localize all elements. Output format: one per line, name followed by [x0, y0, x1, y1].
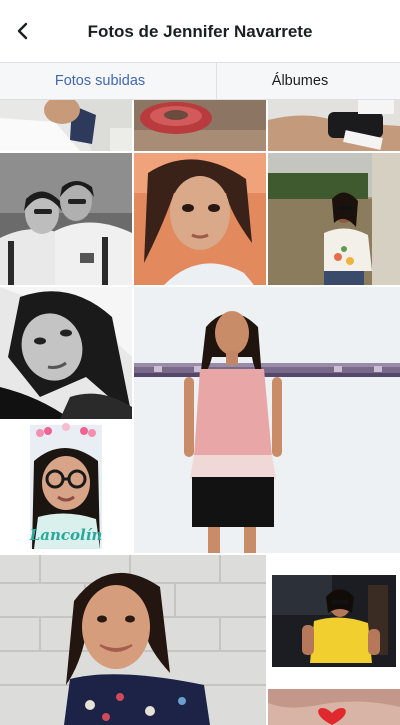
photo-thumbnail[interactable]: Lancolín — [0, 421, 132, 553]
photo-thumbnail[interactable] — [134, 100, 266, 151]
photo-thumbnail[interactable] — [134, 287, 400, 553]
photo-thumbnail[interactable] — [0, 287, 132, 419]
tab-uploaded-photos[interactable]: Fotos subidas — [0, 63, 200, 99]
photo-thumbnail[interactable] — [0, 100, 132, 151]
photo-thumbnail[interactable] — [268, 100, 400, 151]
page-title: Fotos de Jennifer Navarrete — [87, 22, 313, 41]
tab-bar: Fotos subidas Álbumes — [0, 62, 400, 100]
sticker-text: Lancolín — [29, 526, 103, 544]
photo-thumbnail[interactable] — [0, 153, 132, 285]
photo-thumbnail[interactable] — [268, 555, 400, 687]
photo-thumbnail[interactable] — [134, 153, 266, 285]
photo-thumbnail[interactable] — [268, 689, 400, 725]
photo-grid: Lancolín — [0, 100, 400, 725]
photo-thumbnail[interactable] — [0, 555, 266, 725]
header-bar: Fotos de Jennifer Navarrete — [0, 0, 400, 62]
photo-thumbnail[interactable] — [268, 153, 400, 285]
tab-albums[interactable]: Álbumes — [200, 63, 400, 99]
